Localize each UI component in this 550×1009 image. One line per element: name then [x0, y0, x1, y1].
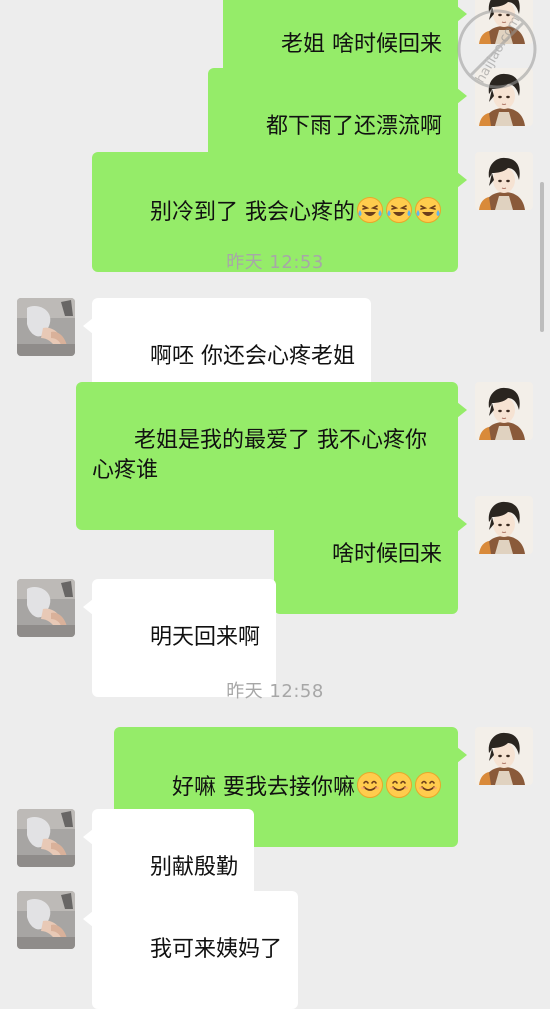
message-text: 啥时候回来	[331, 542, 442, 567]
watermark-logo: haijiao.com	[457, 9, 537, 89]
crying-laughing-emoji-icon	[414, 196, 442, 224]
message-text: 别献殷勤	[149, 855, 238, 880]
avatar-self[interactable]	[475, 382, 533, 440]
message-row-outgoing: 好嘛 要我去接你嘛	[0, 727, 550, 847]
timestamp: 昨天 12:53	[226, 252, 324, 273]
message-text: 明天回来啊	[149, 625, 260, 650]
smile-emoji-icon	[385, 771, 413, 799]
smile-emoji-icon	[414, 771, 442, 799]
avatar-self[interactable]	[475, 496, 533, 554]
message-text: 老姐是我的最爱了 我不心疼你心疼谁	[92, 428, 427, 483]
message-row-incoming: 我可来姨妈了	[0, 891, 550, 1009]
avatar-self[interactable]	[475, 152, 533, 210]
message-row-incoming: 别献殷勤	[0, 809, 550, 927]
smile-emoji-icon	[356, 771, 384, 799]
crying-laughing-emoji-icon	[385, 196, 413, 224]
message-text: 别冷到了 我会心疼的	[150, 200, 355, 225]
message-text: 老姐 啥时候回来	[281, 32, 442, 57]
message-row-outgoing: 别冷到了 我会心疼的	[0, 152, 550, 272]
timestamp: 昨天 12:58	[226, 681, 324, 702]
chat-area: 老姐 啥时候回来 都下雨了还漂流啊 别冷到了 我会心疼的 昨天 12:53 啊呸…	[0, 0, 550, 1009]
message-text: 啊呸 你还会心疼老姐	[149, 344, 355, 369]
scrollbar[interactable]	[540, 182, 544, 332]
message-row-outgoing: 啥时候回来	[0, 496, 550, 614]
message-row-incoming: 啊呸 你还会心疼老姐	[0, 298, 550, 416]
message-row-incoming: 明天回来啊	[0, 579, 550, 697]
avatar-contact[interactable]	[17, 579, 75, 637]
avatar-contact[interactable]	[17, 298, 75, 356]
message-bubble[interactable]: 我可来姨妈了	[83, 891, 298, 1009]
message-text: 好嘛 要我去接你嘛	[172, 775, 355, 800]
watermark-text: haijiao.com	[473, 14, 523, 86]
avatar-self[interactable]	[475, 727, 533, 785]
message-text: 都下雨了还漂流啊	[265, 114, 442, 139]
avatar-contact[interactable]	[17, 809, 75, 867]
message-row-outgoing: 老姐是我的最爱了 我不心疼你心疼谁	[0, 382, 550, 530]
crying-laughing-emoji-icon	[356, 196, 384, 224]
avatar-contact[interactable]	[17, 891, 75, 949]
